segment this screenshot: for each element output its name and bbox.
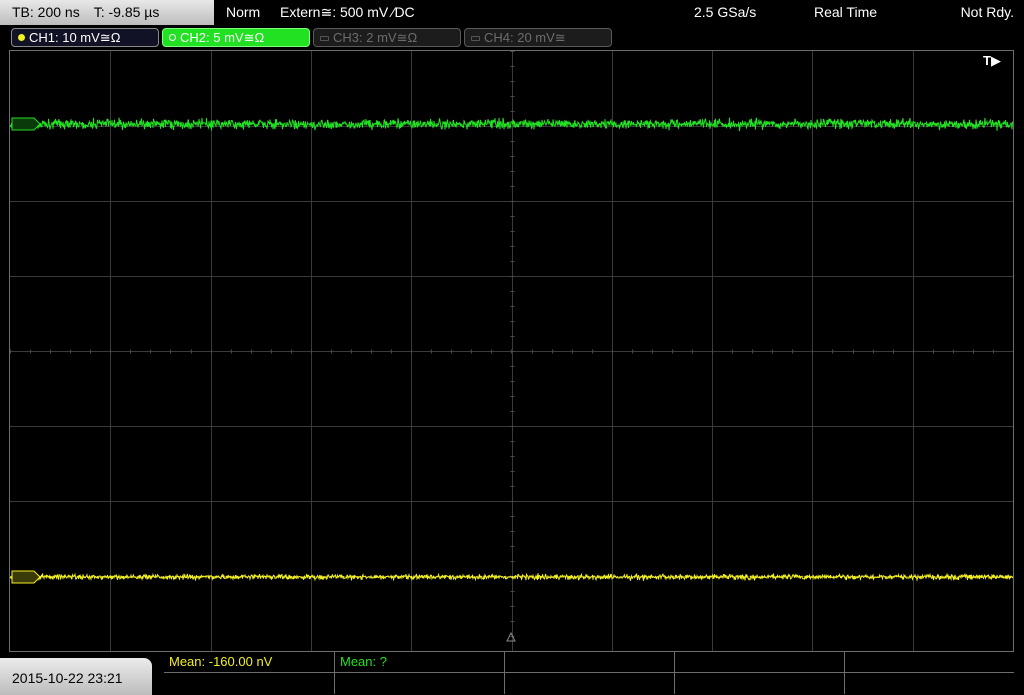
timebase-value: TB: 200 ns bbox=[12, 4, 80, 20]
waveform-display[interactable]: T▶ bbox=[9, 50, 1014, 652]
measurement-slot-5[interactable] bbox=[845, 652, 1014, 673]
channel-4-label: CH4: 20 mV≅ bbox=[484, 30, 566, 45]
measurement-slot-8[interactable] bbox=[505, 673, 675, 694]
measurement-slot-9[interactable] bbox=[675, 673, 845, 694]
channel-4-indicator-icon bbox=[471, 36, 480, 41]
trigger-time-value: T: -9.85 µs bbox=[93, 4, 160, 20]
channel-3-indicator-icon bbox=[320, 36, 329, 41]
channel-1-tab[interactable]: CH1: 10 mV≅Ω bbox=[11, 28, 159, 47]
waveform-canvas[interactable] bbox=[10, 51, 1013, 651]
channel-1-ground-marker[interactable] bbox=[11, 570, 41, 584]
measurement-ch2[interactable]: Mean: ? bbox=[335, 652, 505, 673]
channel-4-tab[interactable]: CH4: 20 mV≅ bbox=[464, 28, 612, 47]
channel-2-trace bbox=[10, 117, 1013, 132]
channel-1-indicator-icon bbox=[18, 34, 25, 41]
sample-rate: 2.5 GSa/s bbox=[694, 4, 757, 20]
channel-1-label: CH1: 10 mV≅Ω bbox=[29, 30, 121, 45]
trigger-source[interactable]: Extern≅: 500 mV ∕DC bbox=[280, 0, 415, 25]
measurement-slot-6[interactable] bbox=[164, 673, 335, 694]
trigger-level-marker[interactable]: T▶ bbox=[983, 53, 1001, 69]
channel-2-label: CH2: 5 mV≅Ω bbox=[180, 30, 265, 45]
datetime-box: 2015-10-22 23:21 bbox=[0, 658, 152, 695]
channel-2-indicator-icon bbox=[169, 34, 176, 41]
channel-2-ground-marker[interactable] bbox=[11, 117, 41, 131]
measurement-ch1[interactable]: Mean: -160.00 nV bbox=[164, 652, 335, 673]
measurement-panel: Mean: -160.00 nV Mean: ? bbox=[164, 652, 1014, 695]
acquisition-mode[interactable]: Real Time bbox=[814, 0, 877, 25]
trigger-mode[interactable]: Norm bbox=[226, 0, 260, 25]
channel-3-label: CH3: 2 mV≅Ω bbox=[333, 30, 418, 45]
status-bar: TB: 200 ns T: -9.85 µs Norm Extern≅: 500 … bbox=[0, 0, 1024, 26]
measurement-slot-7[interactable] bbox=[335, 673, 505, 694]
measurement-slot-10[interactable] bbox=[845, 673, 1014, 694]
measurement-slot-3[interactable] bbox=[505, 652, 675, 673]
run-state: Not Rdy. bbox=[960, 4, 1014, 20]
channel-3-tab[interactable]: CH3: 2 mV≅Ω bbox=[313, 28, 461, 47]
channel-2-tab[interactable]: CH2: 5 mV≅Ω bbox=[162, 28, 310, 47]
measurement-slot-4[interactable] bbox=[675, 652, 845, 673]
datetime-value: 2015-10-22 23:21 bbox=[12, 670, 123, 686]
timebase-box[interactable]: TB: 200 ns T: -9.85 µs bbox=[0, 0, 214, 25]
